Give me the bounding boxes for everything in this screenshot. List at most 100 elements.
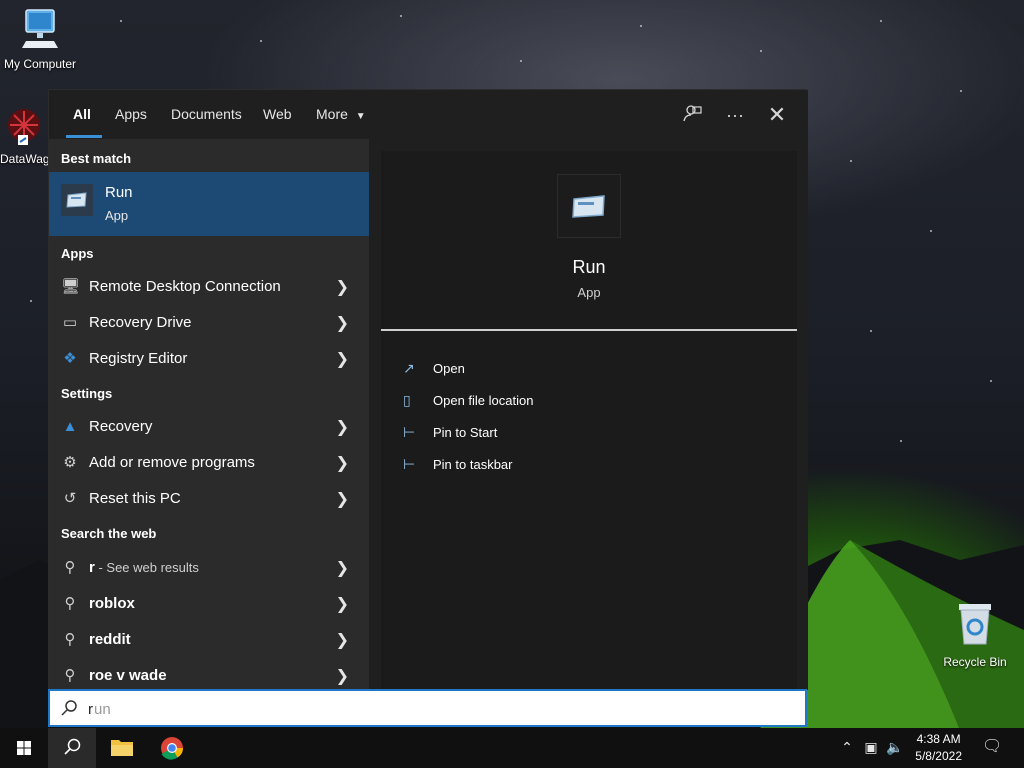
taskbar: ⌃ ▣ 🔈 4:38 AM 5/8/2022 🗨: [0, 728, 1024, 768]
chevron-right-icon[interactable]: ❯: [336, 666, 349, 686]
chevron-right-icon[interactable]: ❯: [336, 489, 349, 509]
preview-divider: [381, 329, 797, 331]
chevron-up-icon[interactable]: ⌃: [838, 738, 856, 756]
search-icon: ⚲: [64, 595, 76, 612]
action-label: Open file location: [433, 393, 534, 408]
search-input[interactable]: [88, 698, 788, 720]
action-open[interactable]: ↗ Open: [403, 357, 703, 381]
chevron-right-icon[interactable]: ❯: [336, 417, 349, 437]
result-label: Reset this PC: [89, 490, 181, 507]
start-button[interactable]: [0, 728, 48, 768]
web-suggestion-reddit[interactable]: ⚲ reddit ❯: [49, 622, 369, 658]
web-suggestion-label: roe v wade: [89, 667, 167, 684]
network-icon[interactable]: ▣: [862, 738, 880, 756]
action-pin-to-taskbar[interactable]: ⊢ Pin to taskbar: [403, 453, 703, 477]
windows-logo-icon: [17, 741, 31, 755]
section-heading-search-web: Search the web: [61, 526, 157, 541]
clock[interactable]: 4:38 AM 5/8/2022: [915, 731, 962, 765]
web-suggestion-roblox[interactable]: ⚲ roblox ❯: [49, 586, 369, 622]
feedback-icon[interactable]: [681, 103, 705, 127]
chevron-right-icon[interactable]: ❯: [336, 594, 349, 614]
result-add-or-remove-programs[interactable]: ⚙ Add or remove programs ❯: [49, 445, 369, 481]
gear-icon: ⚙: [63, 454, 77, 471]
best-match-title: Run: [105, 184, 133, 201]
chrome-icon: [161, 737, 183, 760]
open-icon: ↗: [403, 360, 415, 376]
search-box[interactable]: r un: [48, 689, 807, 727]
search-icon: [61, 700, 77, 716]
best-match-run[interactable]: Run App: [49, 172, 369, 236]
search-panel: All Apps Documents Web More ▼ ··· ✕ Best…: [48, 89, 808, 690]
chevron-right-icon[interactable]: ❯: [336, 349, 349, 369]
desktop-icon-label: Recycle Bin: [943, 655, 1007, 669]
search-icon: [64, 738, 81, 755]
recovery-icon: ▲: [62, 418, 78, 435]
search-autocomplete-hint: run: [89, 701, 111, 718]
clock-time: 4:38 AM: [916, 732, 961, 746]
result-label: Add or remove programs: [89, 454, 255, 471]
chevron-right-icon[interactable]: ❯: [336, 558, 349, 578]
datawag-app-icon: [8, 109, 40, 145]
web-suggestion-roe-v-wade[interactable]: ⚲ roe v wade ❯: [49, 658, 369, 690]
preview-app-title: Run: [572, 257, 606, 277]
tab-apps[interactable]: Apps: [115, 106, 147, 122]
web-results-hint: - See web results: [94, 560, 199, 575]
tab-all[interactable]: All: [73, 106, 91, 122]
clock-date: 5/8/2022: [915, 749, 962, 763]
tab-more[interactable]: More ▼: [316, 106, 366, 122]
more-options-icon[interactable]: ···: [723, 103, 747, 127]
volume-icon[interactable]: 🔈: [886, 738, 904, 756]
run-app-icon: [557, 174, 621, 238]
chevron-right-icon[interactable]: ❯: [336, 630, 349, 650]
section-heading-settings: Settings: [61, 386, 113, 401]
remote-desktop-icon: 🖥: [61, 278, 81, 295]
section-heading-best-match: Best match: [61, 151, 132, 166]
section-heading-apps: Apps: [61, 246, 94, 261]
chrome-button[interactable]: [148, 728, 196, 768]
desktop-icon-label: DataWag: [0, 152, 48, 166]
taskbar-search-button[interactable]: [48, 728, 96, 768]
tab-more-label: More: [316, 106, 348, 122]
result-label: Registry Editor: [89, 350, 188, 367]
result-label: Remote Desktop Connection: [89, 278, 281, 295]
preview-card: Run App ↗ Open ▯ Open file location ⊢ Pi…: [381, 151, 797, 690]
action-label: Pin to taskbar: [433, 457, 513, 472]
preview-app-type: App: [577, 285, 601, 300]
result-recovery[interactable]: ▲ Recovery ❯: [49, 409, 369, 445]
registry-icon: ❖: [63, 350, 77, 367]
recycle-bin-icon: [959, 604, 991, 645]
computer-icon: [22, 9, 58, 48]
file-explorer-button[interactable]: [98, 728, 146, 768]
result-registry-editor[interactable]: ❖ Registry Editor ❯: [49, 341, 369, 377]
chevron-right-icon[interactable]: ❯: [336, 313, 349, 333]
result-remote-desktop-connection[interactable]: 🖥 Remote Desktop Connection ❯: [49, 269, 369, 305]
active-tab-indicator: [66, 135, 102, 138]
desktop-icon-recycle-bin[interactable]: Recycle Bin: [940, 600, 1010, 669]
result-reset-this-pc[interactable]: ↺ Reset this PC ❯: [49, 481, 369, 517]
preview-pane: Run App ↗ Open ▯ Open file location ⊢ Pi…: [369, 139, 808, 690]
search-icon: ⚲: [64, 631, 76, 648]
file-location-icon: ▯: [403, 392, 411, 408]
desktop-icon-label: My Computer: [4, 57, 77, 71]
chevron-right-icon[interactable]: ❯: [336, 277, 349, 297]
desktop-icon-my-computer[interactable]: My Computer: [4, 8, 76, 71]
result-label: Recovery Drive: [89, 314, 192, 331]
run-app-icon: [61, 184, 93, 216]
web-result-r[interactable]: ⚲ r - See web results ❯: [49, 550, 369, 586]
chevron-down-icon: ▼: [355, 111, 366, 122]
results-list: Best match Run App Apps 🖥 Remote Desktop…: [49, 139, 369, 690]
tab-web[interactable]: Web: [263, 106, 292, 122]
action-open-file-location[interactable]: ▯ Open file location: [403, 389, 703, 413]
pin-icon: ⊢: [403, 424, 416, 440]
web-suggestion-label: roblox: [89, 595, 135, 612]
close-icon[interactable]: ✕: [765, 103, 789, 127]
action-pin-to-start[interactable]: ⊢ Pin to Start: [403, 421, 703, 445]
reset-pc-icon: ↺: [63, 490, 77, 507]
tab-documents[interactable]: Documents: [171, 106, 242, 122]
notification-icon[interactable]: 🗨: [982, 738, 1002, 756]
search-icon: ⚲: [64, 667, 76, 684]
chevron-right-icon[interactable]: ❯: [336, 453, 349, 473]
result-recovery-drive[interactable]: ▭ Recovery Drive ❯: [49, 305, 369, 341]
web-suggestion-label: reddit: [89, 631, 131, 648]
desktop-icon-datawag[interactable]: DataWag: [0, 105, 48, 166]
